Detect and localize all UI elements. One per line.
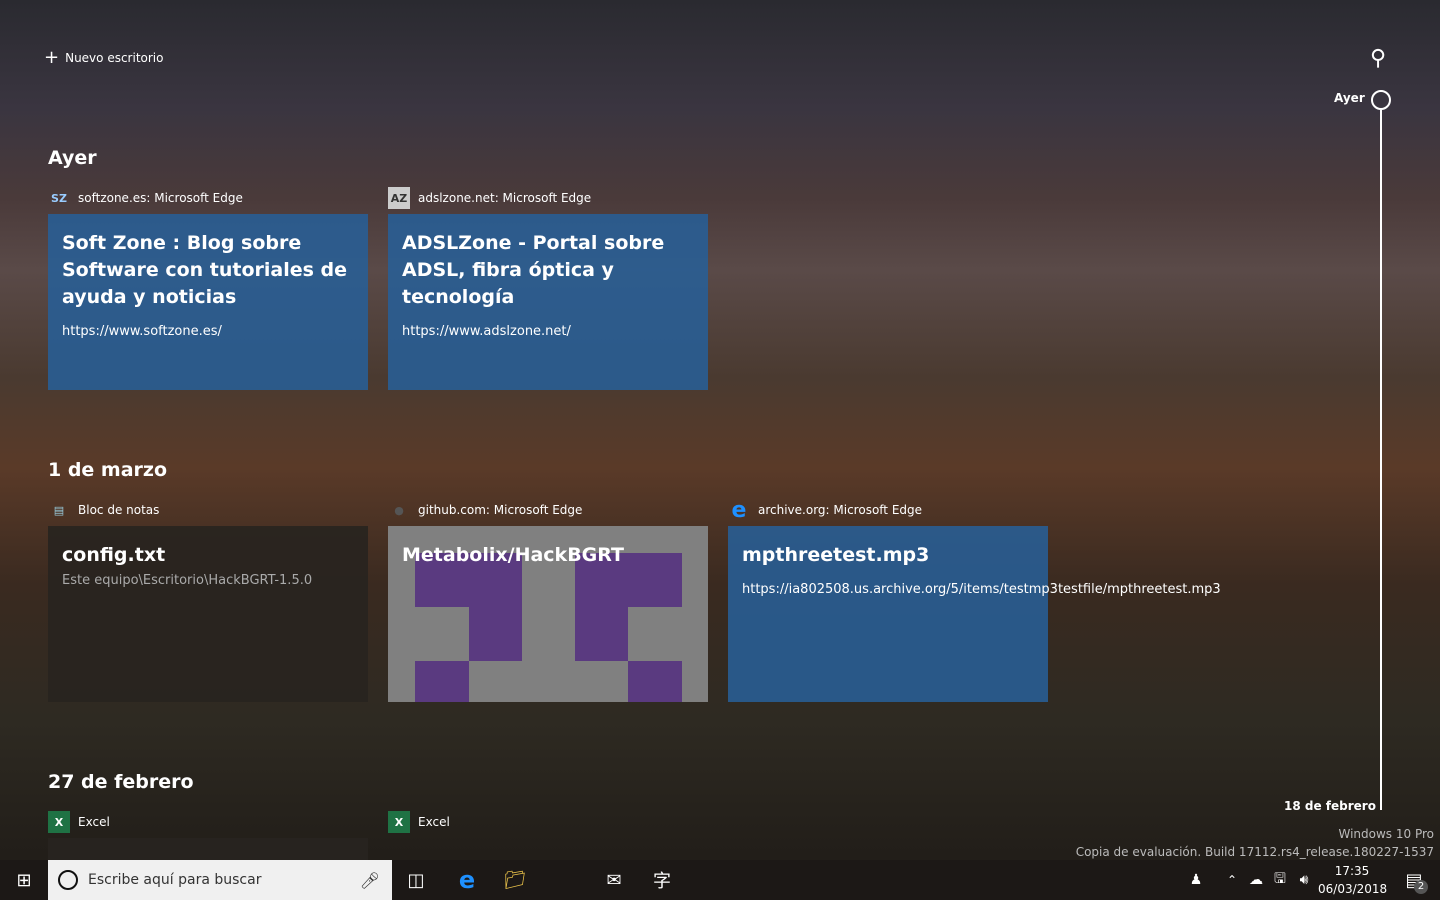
activity-source: X Excel — [48, 811, 110, 833]
people-icon[interactable]: ♟ — [1172, 860, 1220, 900]
volume-icon[interactable]: 🔊︎ — [1292, 860, 1316, 900]
timeline-bottom-label: 18 de febrero — [1284, 799, 1376, 813]
language-icon[interactable]: 字 — [638, 860, 686, 900]
cortana-icon — [58, 870, 78, 890]
excel-icon: X — [48, 811, 70, 833]
activity-card[interactable]: Soft Zone : Blog sobre Software con tuto… — [48, 214, 368, 390]
chevron-up-icon[interactable]: ⌃ — [1220, 860, 1244, 900]
notepad-icon: ▤ — [53, 503, 65, 517]
activity-card[interactable]: ADSLZone - Portal sobre ADSL, fibra ópti… — [388, 214, 708, 390]
watermark-build: Copia de evaluación. Build 17112.rs4_rel… — [1075, 845, 1434, 859]
network-icon[interactable]: 🖫︎ — [1268, 860, 1292, 900]
timeline-handle[interactable] — [1371, 90, 1391, 110]
task-view-icon[interactable]: ◫ — [392, 860, 440, 900]
edge-icon[interactable]: e — [443, 860, 491, 900]
timeline-top-label: Ayer — [1334, 91, 1365, 105]
activity-source: AZ adslzone.net: Microsoft Edge — [388, 187, 591, 209]
windows-icon: ⊞ — [16, 869, 32, 891]
onedrive-icon[interactable]: ☁ — [1244, 860, 1268, 900]
excel-icon: X — [388, 811, 410, 833]
action-center-icon[interactable]: ▤ 2 — [1394, 860, 1434, 900]
activity-card[interactable]: config.txt Este equipo\Escritorio\HackBGR… — [48, 526, 368, 702]
edge-icon: e — [731, 497, 747, 523]
search-box[interactable]: Escribe aquí para buscar 🎤︎ — [48, 860, 392, 900]
microphone-icon[interactable]: 🎤︎ — [360, 871, 380, 890]
activity-card[interactable]: mpthreetest.mp3 https://ia802508.us.archi… — [728, 526, 1221, 702]
new-desktop-button[interactable]: + Nuevo escritorio — [44, 47, 163, 68]
file-explorer-icon[interactable]: 📁︎ — [491, 860, 539, 900]
search-icon[interactable]: ⚲ — [1370, 46, 1386, 71]
activity-source: e archive.org: Microsoft Edge — [728, 497, 923, 523]
watermark-edition: Windows 10 Pro — [1338, 827, 1434, 841]
adslzone-icon: AZ — [388, 187, 410, 209]
activity-source: ▤ Bloc de notas — [48, 499, 160, 521]
section-title: 1 de marzo — [48, 459, 168, 481]
activity-source: SZ softzone.es: Microsoft Edge — [48, 187, 243, 209]
plus-icon: + — [44, 47, 60, 68]
mail-icon[interactable]: ✉ — [590, 860, 638, 900]
github-icon: ● — [394, 503, 404, 517]
activity-source: X Excel — [388, 811, 450, 833]
clock[interactable]: 17:35 06/03/2018 — [1318, 862, 1387, 898]
start-button[interactable]: ⊞ — [0, 860, 48, 900]
notification-badge: 2 — [1414, 880, 1428, 894]
activity-source: ● github.com: Microsoft Edge — [388, 499, 582, 521]
section-title: Ayer — [48, 147, 97, 169]
activity-card[interactable] — [48, 838, 368, 860]
timeline-scrubber[interactable] — [1380, 110, 1382, 810]
section-title: 27 de febrero — [48, 771, 194, 793]
activity-card[interactable]: Metabolix/HackBGRT — [388, 526, 708, 702]
softzone-icon: SZ — [51, 191, 67, 205]
